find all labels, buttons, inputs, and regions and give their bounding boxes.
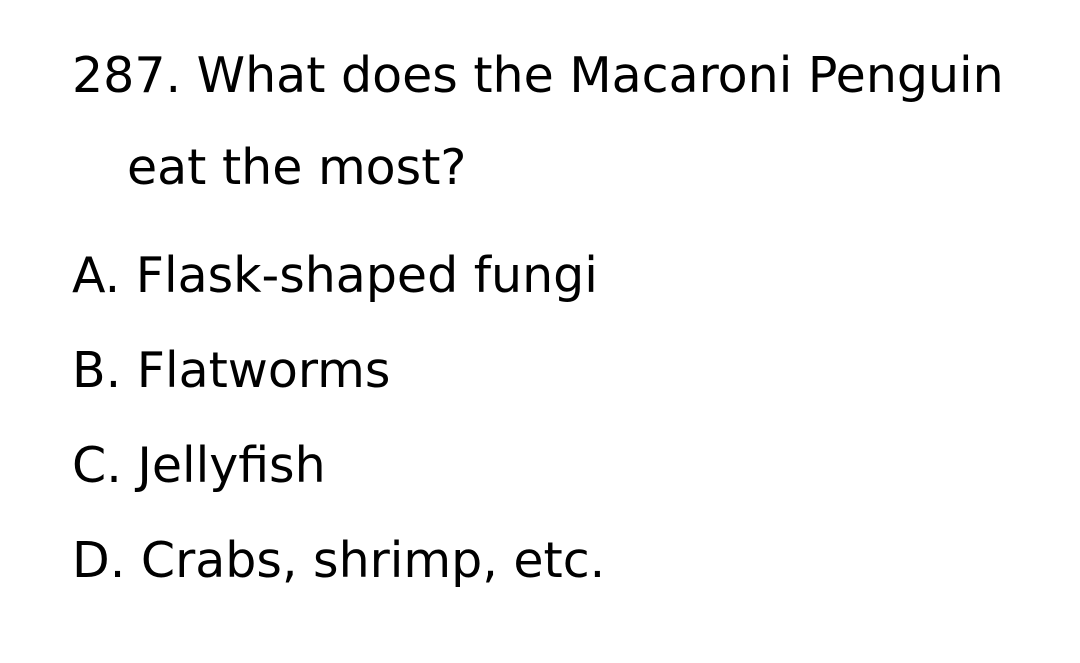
answer-options: A. Flask-shaped fungi B. Flatworms C. Je… (72, 228, 605, 608)
option-a: A. Flask-shaped fungi (72, 247, 598, 304)
option-d: D. Crabs, shrimp, etc. (72, 532, 606, 589)
option-b: B. Flatworms (72, 342, 391, 399)
question-line-2: eat the most? (127, 139, 467, 196)
option-c: C. Jellyfish (72, 437, 326, 494)
question-text: 287. What does the Macaroni Penguin eat … (72, 30, 1062, 214)
question-line-1: 287. What does the Macaroni Penguin (72, 47, 1004, 104)
